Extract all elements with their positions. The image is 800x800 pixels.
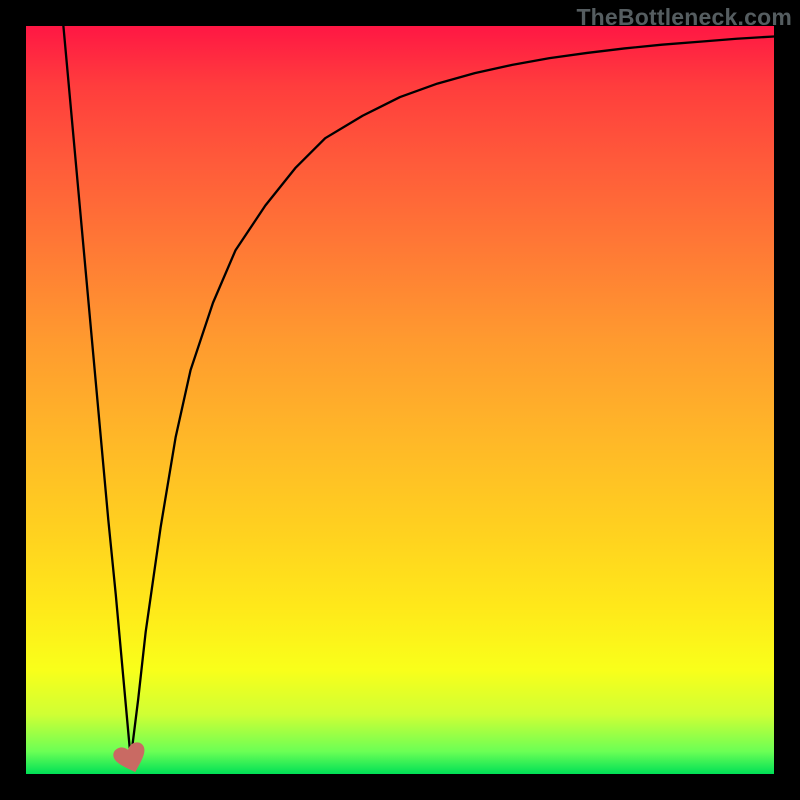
bottleneck-curve [26, 26, 774, 774]
watermark-label: TheBottleneck.com [576, 4, 792, 31]
chart-plot-area [26, 26, 774, 774]
